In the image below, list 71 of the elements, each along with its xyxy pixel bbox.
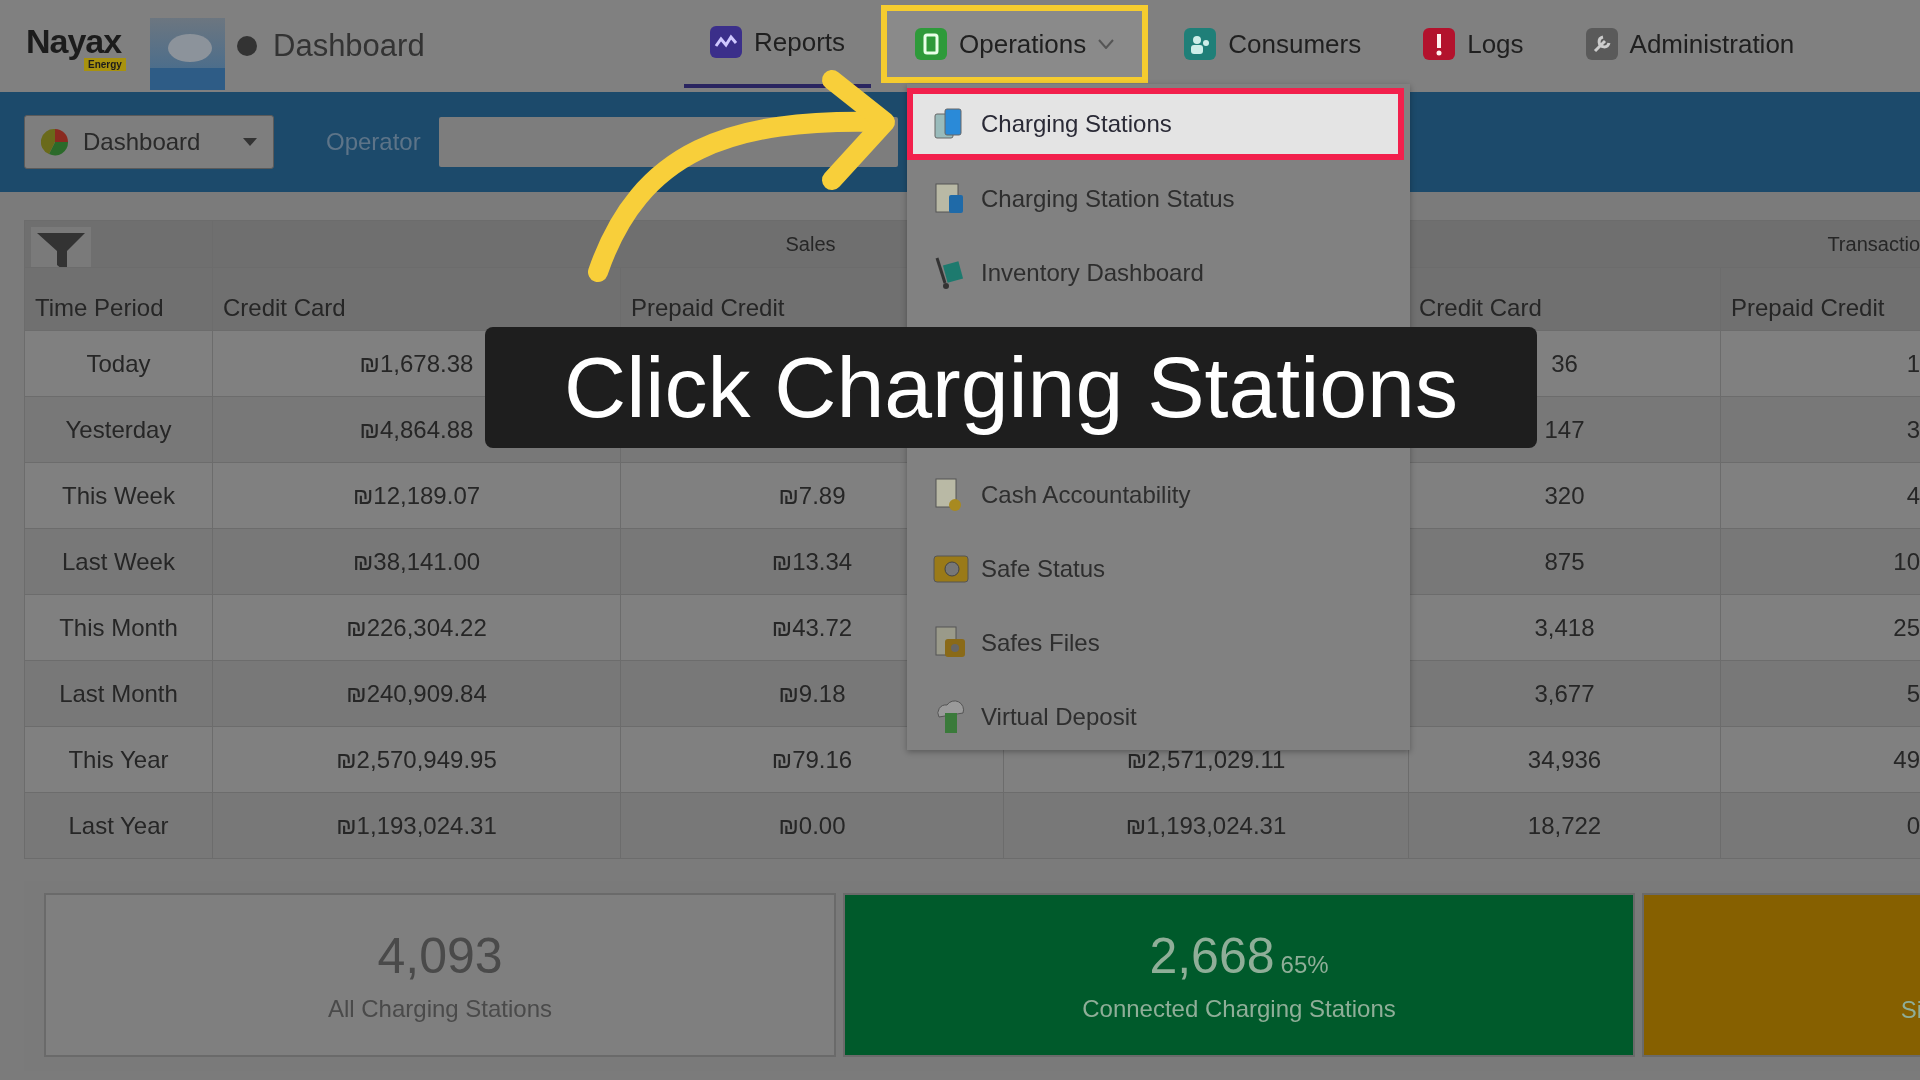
- table-cell: 0: [1906, 811, 1920, 839]
- view-dropdown[interactable]: Dashboard: [24, 115, 274, 169]
- table-cell: 320: [1544, 481, 1585, 509]
- table-cell: 147: [1544, 415, 1585, 443]
- filter-icon[interactable]: [31, 227, 91, 267]
- column-header: Time Period: [35, 294, 164, 321]
- table-cell: 25: [1893, 613, 1920, 641]
- table-cell: ₪1,193,024.31: [1125, 811, 1287, 839]
- column-header: Credit Card: [223, 294, 346, 321]
- group-header: Transactio: [1827, 232, 1920, 255]
- menu-item[interactable]: Safes Files: [907, 606, 1410, 680]
- table-cell: ₪4,864.88: [359, 415, 474, 443]
- table-cell: 875: [1544, 547, 1585, 575]
- nav-tab[interactable]: Logs: [1397, 0, 1550, 88]
- table-cell: 3: [1906, 415, 1920, 443]
- table-cell: This Year: [68, 745, 169, 773]
- nav-tab[interactable]: Operations: [881, 5, 1149, 83]
- table-cell: 3,418: [1534, 613, 1595, 641]
- table-cell: Last Year: [68, 811, 169, 839]
- table-cell: ₪38,141.00: [352, 547, 481, 575]
- menu-item[interactable]: Inventory Dashboard: [907, 236, 1410, 310]
- menu-item[interactable]: Cash Accountability: [907, 458, 1410, 532]
- table-cell: ₪12,189.07: [352, 481, 481, 509]
- table-cell: 34,936: [1527, 745, 1602, 773]
- table-cell: 3,677: [1534, 679, 1595, 707]
- table-cell: 1: [1906, 349, 1920, 377]
- table-cell: ₪226,304.22: [346, 613, 487, 641]
- operator-label: Operator: [326, 128, 421, 156]
- table-cell: Yesterday: [65, 415, 172, 443]
- table-cell: ₪2,571,029.11: [1126, 745, 1286, 773]
- group-header: Sales: [785, 232, 836, 255]
- table-cell: ₪2,570,949.95: [336, 745, 497, 773]
- logo: Nayax: [26, 22, 122, 60]
- table-cell: This Week: [62, 481, 175, 509]
- nav-tab[interactable]: Reports: [684, 0, 872, 88]
- menu-item[interactable]: Charging Station Status: [907, 162, 1410, 236]
- table-cell: ₪79.16: [771, 745, 853, 773]
- table-cell: ₪13.34: [771, 547, 853, 575]
- table-cell: This Month: [59, 613, 178, 641]
- table-cell: 10: [1893, 547, 1920, 575]
- stat-label: Connected Charging Stations: [1082, 995, 1396, 1023]
- page-title: Dashboard: [273, 28, 425, 64]
- table-cell: 18,722: [1527, 811, 1602, 839]
- table-cell: Last Week: [62, 547, 175, 575]
- table-cell: ₪1,193,024.31: [336, 811, 497, 839]
- menu-item[interactable]: Safe Status: [907, 532, 1410, 606]
- column-header: Credit Card: [1419, 294, 1542, 321]
- table-cell: 49: [1893, 745, 1920, 773]
- tutorial-caption: Click Charging Stations: [485, 327, 1537, 448]
- table-cell: ₪0.00: [778, 811, 846, 839]
- caret-icon: [243, 137, 257, 147]
- nav-tab[interactable]: Administration: [1559, 0, 1821, 88]
- table-cell: Today: [86, 349, 151, 377]
- column-header: Prepaid Credit: [1731, 294, 1885, 321]
- table-cell: 4: [1906, 481, 1920, 509]
- table-cell: Last Month: [59, 679, 178, 707]
- table-cell: ₪43.72: [771, 613, 853, 641]
- table-cell: 5: [1906, 679, 1920, 707]
- column-header: Prepaid Credit: [631, 294, 785, 321]
- status-dot-icon: [237, 36, 257, 56]
- stat-value: 2,668: [1149, 928, 1275, 984]
- table-cell: 36: [1551, 349, 1578, 377]
- table-cell: ₪1,678.38: [359, 349, 474, 377]
- table-cell: ₪240,909.84: [346, 679, 487, 707]
- stat-label: Si: [1900, 996, 1920, 1024]
- table-cell: ₪9.18: [778, 679, 846, 707]
- pie-chart-icon: [41, 128, 69, 156]
- stat-percent: 65%: [1280, 951, 1329, 978]
- table-cell: ₪7.89: [778, 481, 846, 509]
- logo-badge: Energy: [84, 58, 126, 71]
- menu-item[interactable]: Charging Stations: [907, 88, 1404, 160]
